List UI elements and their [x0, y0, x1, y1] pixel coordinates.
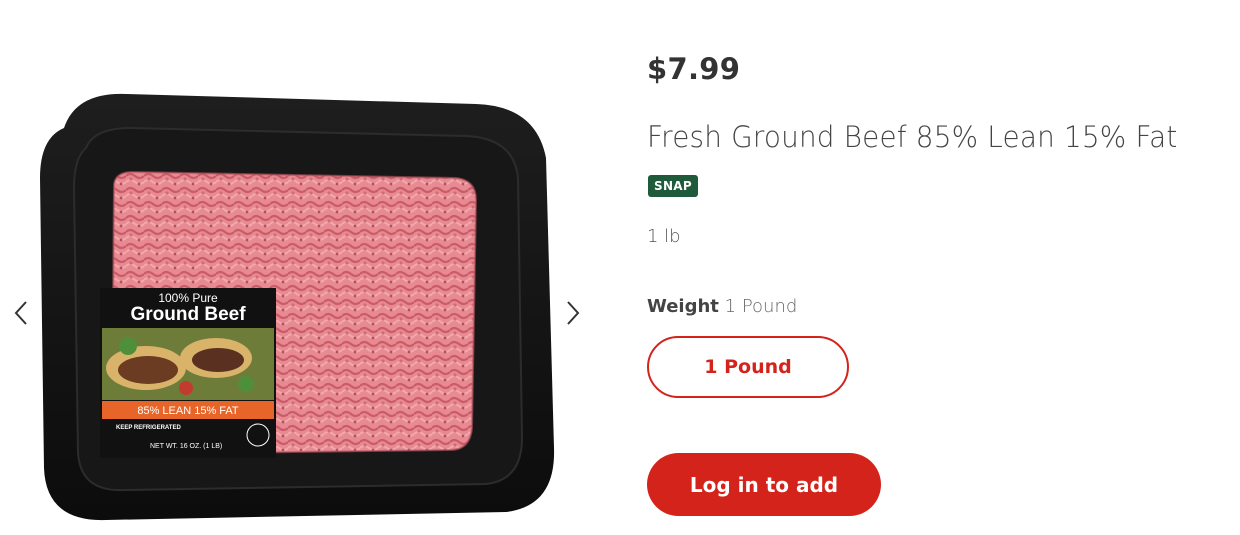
product-image: 100% Pure Ground Beef 85% LEAN 15% FAT K…: [40, 93, 555, 521]
product-details: $7.99 Fresh Ground Beef 85% Lean 15% Fat…: [647, 0, 1237, 535]
gallery-prev-button[interactable]: [6, 296, 36, 330]
weight-label: Weight: [647, 296, 719, 317]
label-line2: Ground Beef: [130, 304, 246, 325]
login-to-add-button[interactable]: Log in to add: [647, 453, 881, 516]
chevron-right-icon: [567, 301, 580, 325]
label-weight: NET WT. 16 OZ. (1 LB): [150, 443, 222, 450]
weight-selector-label: Weight 1 Pound: [647, 296, 797, 317]
weight-option-button[interactable]: 1 Pound: [647, 336, 849, 398]
weight-value: 1 Pound: [724, 296, 798, 317]
product-price: $7.99: [647, 52, 741, 86]
label-line1: 100% Pure: [158, 291, 218, 305]
label-banner: 85% LEAN 15% FAT: [137, 405, 239, 417]
product-title: Fresh Ground Beef 85% Lean 15% Fat: [647, 120, 1178, 154]
product-image-gallery: 100% Pure Ground Beef 85% LEAN 15% FAT K…: [0, 0, 600, 535]
product-size: 1 lb: [647, 226, 681, 247]
gallery-next-button[interactable]: [558, 296, 588, 330]
label-note: KEEP REFRIGERATED: [116, 425, 181, 431]
snap-badge: SNAP: [648, 175, 698, 197]
chevron-left-icon: [14, 301, 27, 325]
